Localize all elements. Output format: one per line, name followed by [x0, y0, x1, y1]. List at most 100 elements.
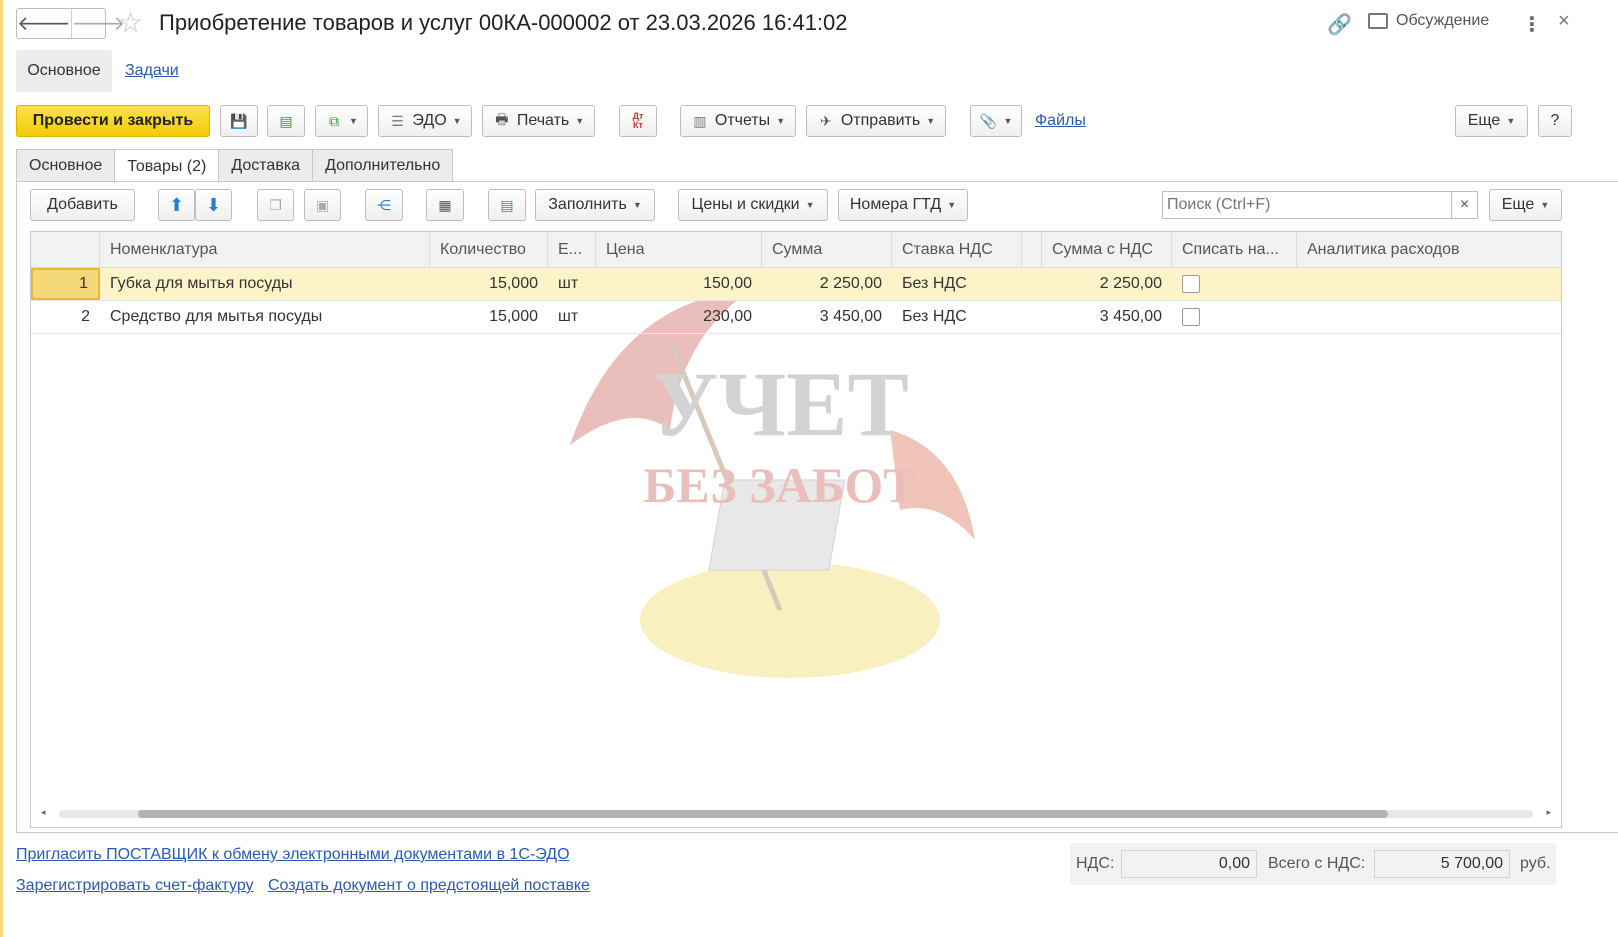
col-sum[interactable]: Сумма [762, 232, 892, 268]
col-spacer [1022, 232, 1042, 268]
post-button[interactable]: ▤ [267, 105, 305, 137]
row-write-off-cell [1172, 268, 1297, 300]
goods-more-button[interactable]: Еще ▼ [1489, 189, 1562, 221]
row-sum-vat[interactable]: 3 450,00 [1042, 301, 1172, 333]
search-input[interactable] [1163, 192, 1451, 218]
edo-button[interactable]: ☰ ЭДО ▼ [378, 105, 472, 137]
send-icon: ✈ [819, 112, 832, 129]
create-delivery-doc-link[interactable]: Создать документ о предстоящей поставке [268, 877, 590, 895]
write-off-checkbox[interactable] [1182, 308, 1200, 326]
edo-label: ЭДО [412, 112, 447, 129]
totals-panel: НДС: 0,00 Всего с НДС: 5 700,00 руб. [1070, 843, 1556, 885]
link-icon[interactable]: 🔗 [1327, 12, 1352, 37]
printer-icon: 🖶 [495, 111, 509, 127]
tab-goods[interactable]: Товары (2) [114, 149, 220, 183]
col-sum-vat[interactable]: Сумма с НДС [1042, 232, 1172, 268]
col-price[interactable]: Цена [596, 232, 762, 268]
copy-row-button[interactable]: ❐ [257, 189, 294, 221]
scroll-right-icon[interactable]: ▸ [1546, 807, 1551, 818]
help-button[interactable]: ? [1538, 105, 1572, 137]
register-invoice-link[interactable]: Зарегистрировать счет-фактуру [16, 877, 254, 895]
row-vat-rate[interactable]: Без НДС [892, 268, 1022, 300]
gtd-numbers-button[interactable]: Номера ГТД ▼ [838, 189, 968, 221]
files-link[interactable]: Файлы [1035, 112, 1086, 130]
fill-label: Заполнить [548, 196, 627, 213]
back-arrow-icon[interactable]: 🡐 [17, 9, 71, 38]
post-and-close-button[interactable]: Провести и закрыть [16, 105, 210, 137]
row-write-off-cell [1172, 301, 1297, 333]
table-row[interactable]: 2 Средство для мытья посуды 15,000 шт 23… [31, 301, 1561, 334]
row-quantity[interactable]: 15,000 [430, 268, 548, 300]
vat-label: НДС: [1076, 855, 1115, 872]
total-label: Всего с НДС: [1268, 855, 1366, 872]
split-button[interactable]: ⋲ [365, 189, 403, 221]
barcode-button[interactable]: ▦ [426, 189, 464, 221]
col-write-off[interactable]: Списать на... [1172, 232, 1297, 268]
row-price[interactable]: 230,00 [596, 301, 762, 333]
prices-discounts-button[interactable]: Цены и скидки ▼ [678, 189, 828, 221]
tab-delivery[interactable]: Доставка [218, 149, 314, 182]
row-vat-rate[interactable]: Без НДС [892, 301, 1022, 333]
row-unit[interactable]: шт [548, 301, 596, 333]
clear-search-icon[interactable]: × [1451, 192, 1477, 218]
attach-button[interactable]: 📎 ▼ [970, 105, 1022, 137]
col-expense-analytics[interactable]: Аналитика расходов [1297, 232, 1561, 268]
window-accent [0, 0, 3, 937]
discussion-label: Обсуждение [1396, 12, 1490, 29]
add-row-button[interactable]: Добавить [30, 189, 135, 221]
col-vat-rate[interactable]: Ставка НДС [892, 232, 1022, 268]
row-sum-vat[interactable]: 2 250,00 [1042, 268, 1172, 300]
history-nav: 🡐 🡒 [16, 8, 125, 39]
invite-edo-link[interactable]: Пригласить ПОСТАВЩИК к обмену электронны… [16, 846, 570, 864]
row-item[interactable]: Губка для мытья посуды [100, 268, 430, 300]
save-button[interactable]: 💾 [220, 105, 258, 137]
search-box: × [1162, 191, 1478, 219]
print-button[interactable]: 🖶 Печать ▼ [482, 105, 595, 137]
discussion-button[interactable]: Обсуждение [1368, 12, 1489, 30]
move-down-button[interactable]: ⬇ [195, 189, 232, 221]
move-up-button[interactable]: ⬆ [158, 189, 195, 221]
reports-button[interactable]: ▥ Отчеты ▼ [680, 105, 796, 137]
tab-main[interactable]: Основное [16, 149, 116, 182]
col-quantity[interactable]: Количество [430, 232, 548, 268]
row-price[interactable]: 150,00 [596, 268, 762, 300]
row-unit[interactable]: шт [548, 268, 596, 300]
total-value: 5 700,00 [1374, 850, 1510, 878]
arrow-down-icon: ⬇ [205, 194, 222, 215]
row-item[interactable]: Средство для мытья посуды [100, 301, 430, 333]
paperclip-icon: 📎 [979, 112, 998, 129]
more-button[interactable]: Еще ▼ [1455, 105, 1528, 137]
horizontal-scrollbar[interactable]: ◂ ▸ [31, 807, 1561, 819]
paste-row-button[interactable]: ▣ [304, 189, 341, 221]
create-based-on-button[interactable]: ⧉ ▼ [315, 105, 368, 137]
scroll-thumb[interactable] [138, 810, 1388, 818]
row-quantity[interactable]: 15,000 [430, 301, 548, 333]
write-off-checkbox[interactable] [1182, 275, 1200, 293]
subnav-tasks-link[interactable]: Задачи [125, 62, 179, 80]
row-sum[interactable]: 2 250,00 [762, 268, 892, 300]
col-unit[interactable]: Е... [548, 232, 596, 268]
goods-more-label: Еще [1501, 196, 1535, 213]
table-row[interactable]: 1 Губка для мытья посуды 15,000 шт 150,0… [31, 268, 1561, 301]
dt-kt-button[interactable]: Дт Кт [619, 105, 657, 137]
send-button[interactable]: ✈ Отправить ▼ [806, 105, 946, 137]
scroll-left-icon[interactable]: ◂ [41, 807, 46, 818]
fill-button[interactable]: Заполнить ▼ [535, 189, 655, 221]
send-label: Отправить [840, 112, 921, 129]
goods-table: Номенклатура Количество Е... Цена Сумма … [30, 231, 1562, 828]
row-sum[interactable]: 3 450,00 [762, 301, 892, 333]
gtd-label: Номера ГТД [849, 196, 942, 213]
subnav-main[interactable]: Основное [16, 50, 112, 92]
tab-additional[interactable]: Дополнительно [312, 149, 454, 182]
col-item[interactable]: Номенклатура [100, 232, 430, 268]
currency-label: руб. [1520, 855, 1551, 872]
favorite-star-icon[interactable]: ☆ [118, 8, 143, 38]
print-label: Печать [516, 112, 570, 129]
pick-items-button[interactable]: ▤ [488, 189, 526, 221]
close-icon[interactable]: × [1558, 10, 1570, 33]
paste-icon: ▣ [315, 196, 330, 213]
copy-icon: ❐ [269, 196, 282, 213]
reports-label: Отчеты [714, 112, 771, 129]
row-number: 2 [81, 308, 90, 325]
more-vert-icon[interactable]: ⋮ [1522, 12, 1542, 37]
